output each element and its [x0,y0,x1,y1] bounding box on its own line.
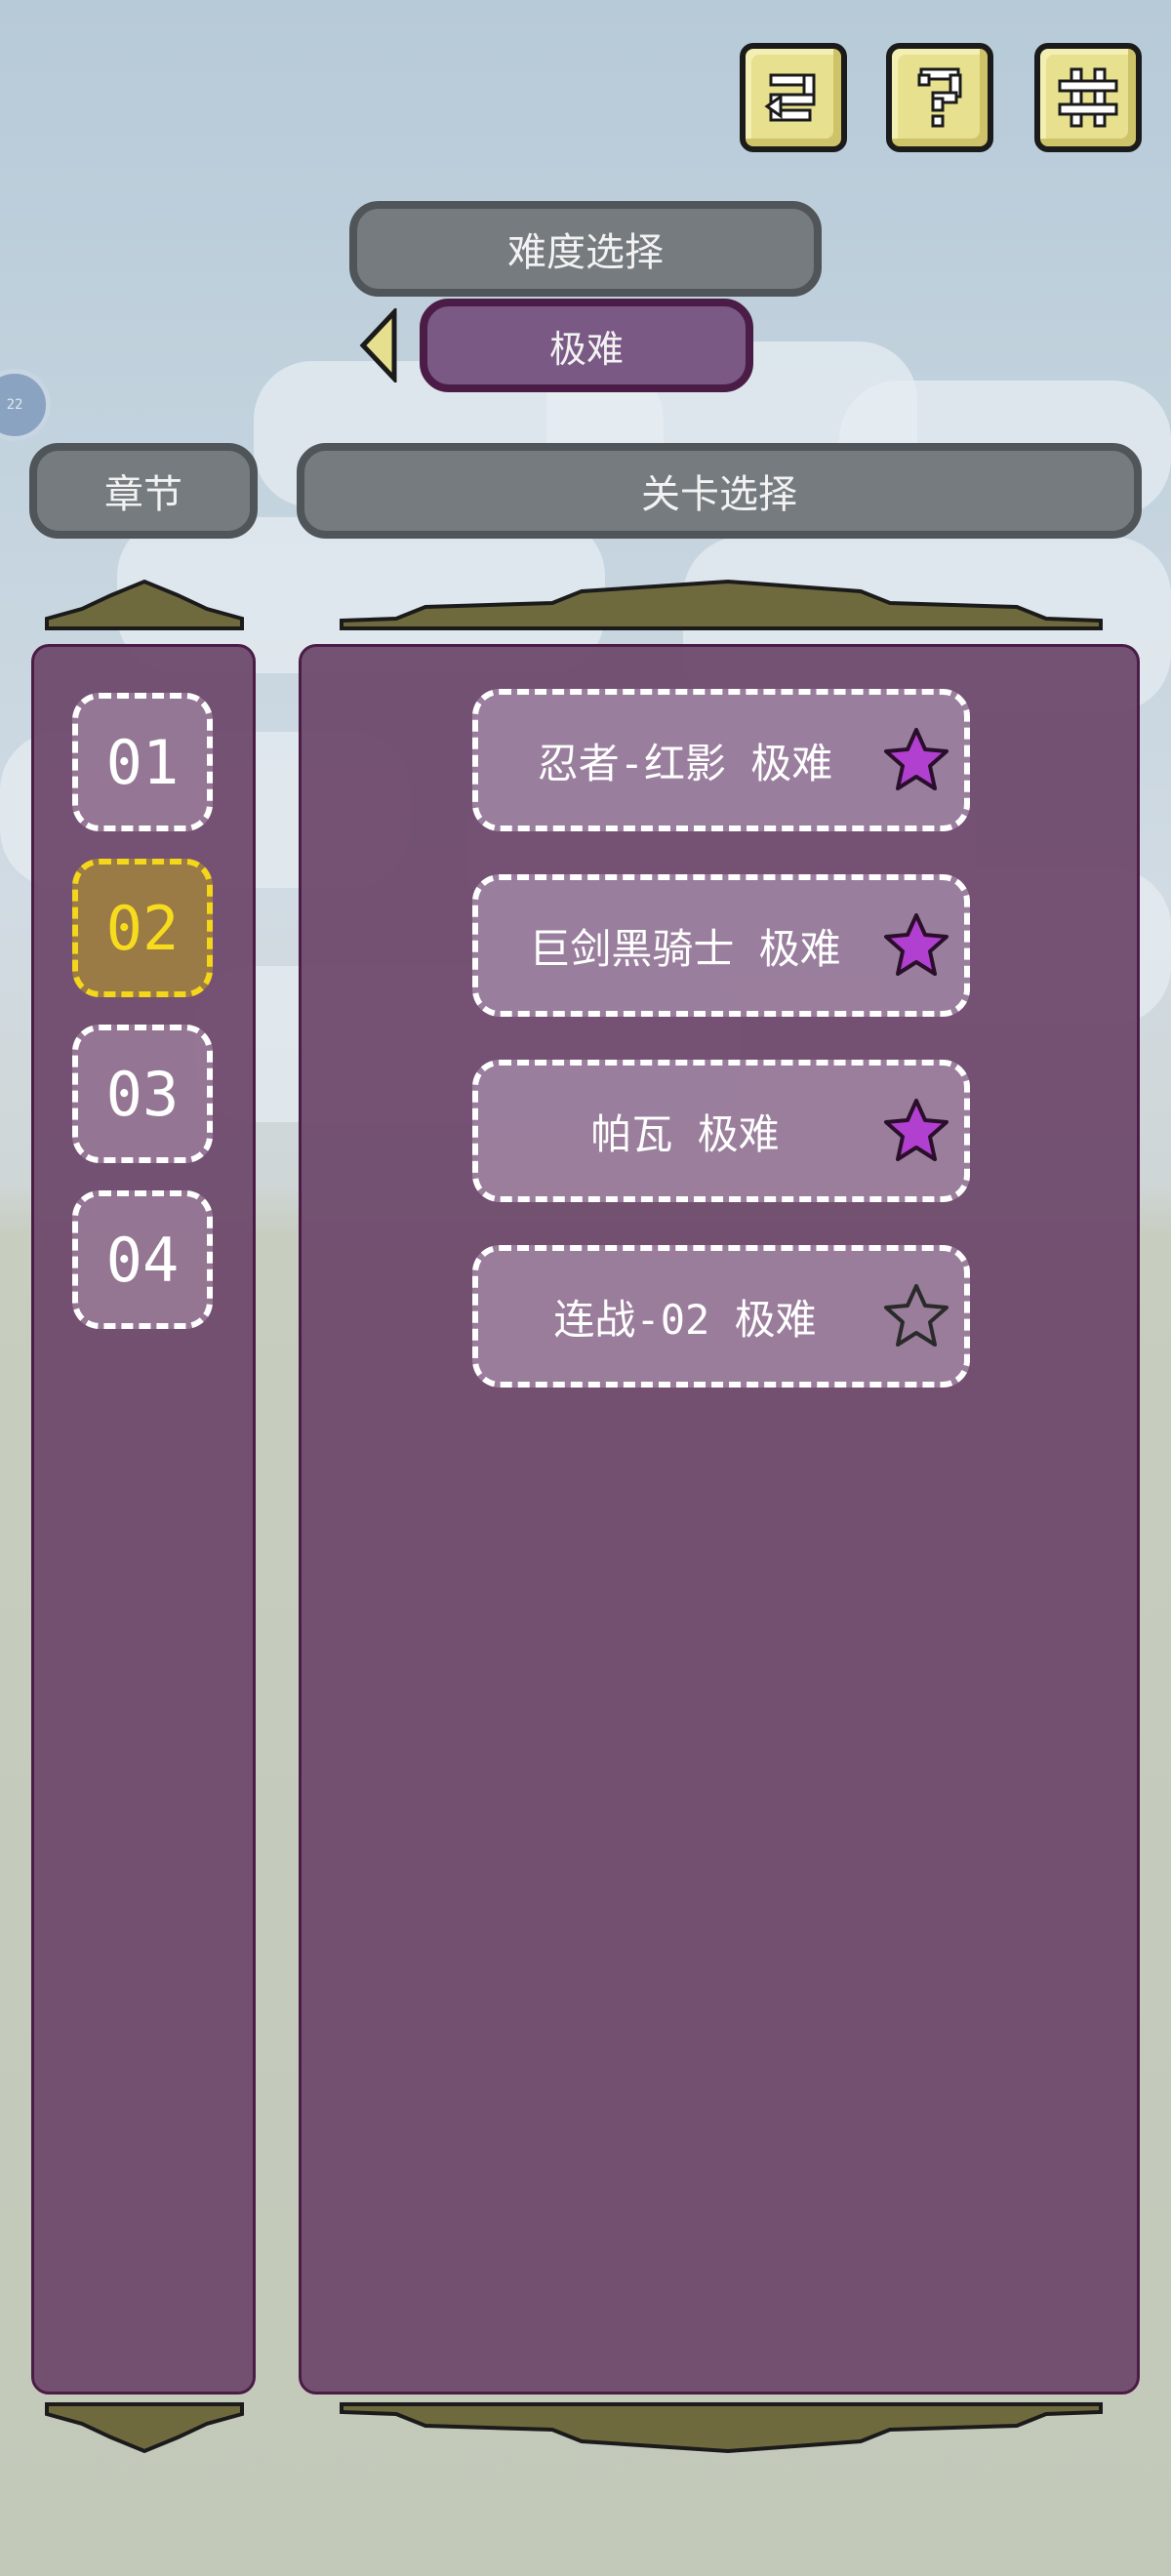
level-label: 巨剑黑骑士 极难 [529,924,841,973]
chapter-button-02[interactable]: 02 [72,859,213,997]
level-card[interactable]: 巨剑黑骑士 极难 [472,874,970,1017]
level-scroll-down-ornament[interactable] [338,2398,1105,2459]
refresh-button[interactable] [740,43,847,152]
chapter-button-04[interactable]: 04 [72,1190,213,1329]
settings-button[interactable] [1034,43,1142,152]
star-empty-icon [884,1284,949,1347]
level-card[interactable]: 帕瓦 极难 [472,1060,970,1202]
chapter-button-01[interactable]: 01 [72,693,213,831]
chapter-button-03[interactable]: 03 [72,1025,213,1163]
level-scroll-up-ornament[interactable] [338,574,1105,634]
help-button[interactable] [886,43,993,152]
chapter-scroll-down-ornament[interactable] [43,2398,246,2459]
level-card[interactable]: 忍者-红影 极难 [472,689,970,831]
star-filled-icon [884,1099,949,1161]
level-label: 帕瓦 极难 [590,1109,780,1158]
star-filled-icon [884,913,949,976]
refresh-icon [764,73,816,122]
help-icon [917,67,962,128]
chapter-header: 章节 [29,443,258,539]
chapter-scroll-up-ornament[interactable] [43,574,246,634]
star-filled-icon [884,728,949,790]
difficulty-prev-arrow-icon[interactable] [359,308,398,382]
level-card[interactable]: 连战-02 极难 [472,1245,970,1388]
difficulty-title: 难度选择 [349,201,822,297]
edge-badge[interactable]: 22 [0,369,51,441]
level-label: 连战-02 极难 [553,1295,817,1344]
level-label: 忍者-红影 极难 [537,739,833,787]
level-header: 关卡选择 [297,443,1142,539]
difficulty-value[interactable]: 极难 [420,299,753,392]
settings-icon [1058,67,1118,128]
